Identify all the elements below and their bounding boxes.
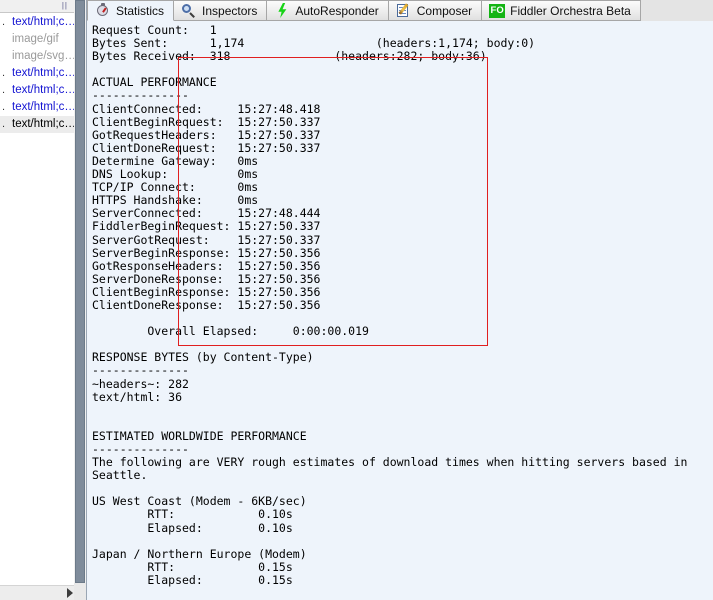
tab-composer[interactable]: Composer [388, 0, 483, 21]
tab-statistics[interactable]: Statistics [87, 0, 175, 21]
magnifier-icon [181, 3, 197, 18]
composer-icon [396, 3, 412, 18]
session-list-column-header[interactable]: || [0, 0, 74, 13]
session-row-marker: . [2, 84, 6, 96]
session-row[interactable]: . text/html;c… [0, 82, 74, 99]
tab-inspectors[interactable]: Inspectors [174, 0, 268, 21]
detail-pane: Statistics Inspectors AutoResponder Compose… [86, 0, 713, 600]
column-header-marks: || [61, 1, 68, 10]
session-content-type: text/html;c… [12, 67, 74, 79]
vertical-scrollbar[interactable] [74, 0, 86, 600]
session-content-type: text/html;c… [12, 118, 74, 130]
lightning-icon [274, 3, 290, 18]
session-row-marker: . [2, 118, 6, 130]
session-row-marker: . [2, 67, 6, 79]
statistics-panel[interactable]: Request Count: 1 Bytes Sent: 1,174 (head… [87, 21, 713, 600]
horizontal-scrollbar[interactable] [0, 585, 74, 600]
vertical-scrollbar-thumb[interactable] [75, 0, 85, 583]
fiddler-window: || . text/html;c… image/gif image/svg…. text… [0, 0, 713, 600]
session-row-marker: . [2, 16, 6, 28]
tab-strip[interactable]: Statistics Inspectors AutoResponder Compose… [87, 0, 713, 21]
session-content-type: text/html;c… [12, 16, 74, 28]
session-row[interactable]: image/gif [0, 31, 74, 48]
session-content-type: image/gif [12, 33, 59, 45]
session-list-pane[interactable]: || . text/html;c… image/gif image/svg…. text… [0, 0, 74, 600]
fo-badge-icon: FO [489, 4, 506, 18]
session-content-type: text/html;c… [12, 101, 74, 113]
session-row[interactable]: . text/html;c… [0, 14, 74, 31]
vertical-scrollbar-track[interactable] [74, 583, 86, 600]
tab-label: Inspectors [202, 4, 258, 18]
session-content-type: image/svg… [12, 50, 74, 62]
tab-fiddler-orchestra-beta[interactable]: FO Fiddler Orchestra Beta [482, 0, 641, 21]
session-row[interactable]: . text/html;c… [0, 116, 74, 133]
scroll-right-arrow-icon[interactable] [67, 588, 73, 598]
stopwatch-icon [95, 3, 111, 18]
statistics-text: Request Count: 1 Bytes Sent: 1,174 (head… [92, 23, 688, 600]
session-rows[interactable]: . text/html;c… image/gif image/svg…. text/ht… [0, 14, 74, 577]
session-row[interactable]: . text/html;c… [0, 99, 74, 116]
tab-label: Fiddler Orchestra Beta [510, 4, 631, 18]
session-row[interactable]: image/svg… [0, 48, 74, 65]
session-row-marker: . [2, 101, 6, 113]
tab-label: Composer [416, 4, 473, 18]
session-content-type: text/html;c… [12, 84, 74, 96]
tab-label: Statistics [116, 4, 165, 18]
tab-label: AutoResponder [295, 4, 379, 18]
session-row[interactable]: . text/html;c… [0, 65, 74, 82]
tab-autoresponder[interactable]: AutoResponder [267, 0, 389, 21]
